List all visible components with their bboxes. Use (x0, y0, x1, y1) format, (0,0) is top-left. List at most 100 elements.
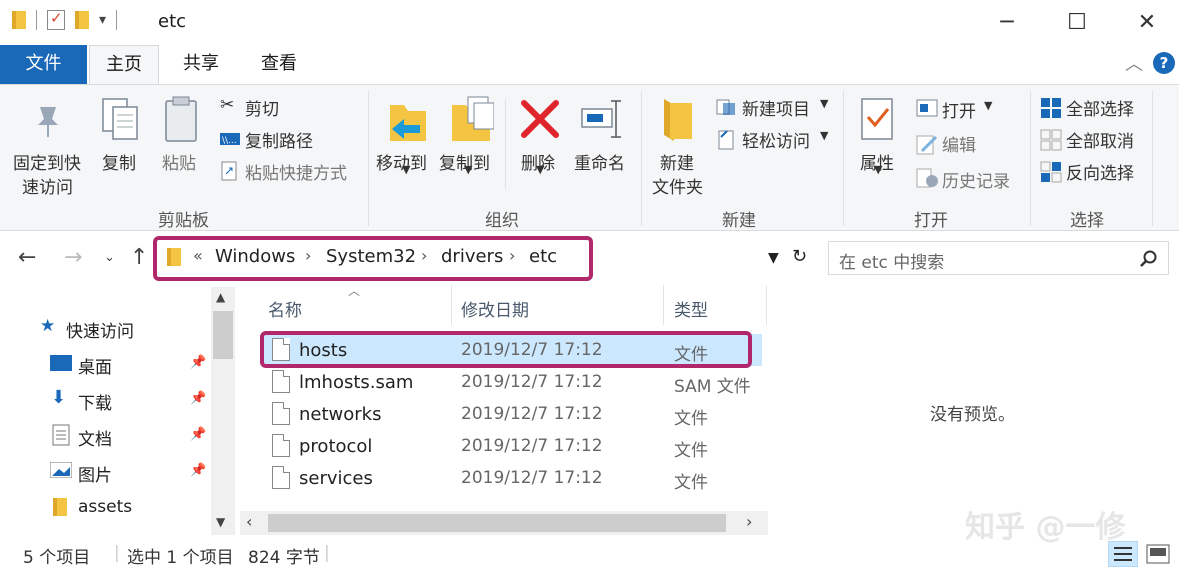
address-dropdown-icon[interactable]: ▼ (768, 250, 779, 266)
new-folder-button-line1[interactable]: 新建 (660, 149, 694, 174)
paste-shortcut-button[interactable]: 粘贴快捷方式 (245, 159, 347, 184)
breadcrumb-etc[interactable]: etc (529, 246, 557, 267)
sidebar-item-assets[interactable]: assets (78, 497, 132, 517)
column-divider[interactable] (663, 285, 664, 325)
copy-icon (102, 98, 138, 140)
chevron-right-icon[interactable]: › (305, 246, 311, 265)
recent-locations-icon[interactable]: ⌄ (104, 250, 115, 265)
properties-icon (861, 98, 893, 140)
file-name[interactable]: networks (299, 404, 381, 425)
group-separator (1152, 91, 1153, 226)
new-item-button[interactable]: 新建项目 (742, 95, 810, 120)
tab-view[interactable]: 查看 (248, 45, 310, 85)
open-button[interactable]: 打开 (942, 97, 976, 122)
hosts-row-highlight (260, 331, 752, 368)
copy-button[interactable]: 复制 (102, 149, 136, 174)
breadcrumb-overflow[interactable]: « (193, 246, 203, 265)
copy-path-button[interactable]: 复制路径 (245, 127, 313, 152)
status-item-count: 5 个项目 (23, 548, 91, 568)
minimize-button[interactable]: ─ (992, 8, 1022, 38)
pin-quick-access-line1[interactable]: 固定到快 (13, 149, 81, 174)
easy-access-button[interactable]: 轻松访问 (742, 127, 810, 152)
group-separator (843, 91, 844, 226)
new-item-dropdown-icon[interactable]: ▼ (820, 97, 828, 110)
sidebar-item-desktop[interactable]: 桌面 (78, 353, 112, 378)
file-icon (272, 402, 290, 425)
help-icon[interactable]: ? (1153, 52, 1175, 74)
edit-button[interactable]: 编辑 (942, 131, 976, 156)
customize-quick-access-icon[interactable]: ▾ (99, 12, 106, 28)
column-divider[interactable] (766, 285, 767, 325)
table-row[interactable]: lmhosts.sam 2019/12/7 17:12 SAM 文件 (262, 366, 762, 398)
scroll-down-icon[interactable]: ▼ (216, 515, 225, 529)
back-arrow-icon[interactable]: ← (18, 245, 36, 270)
table-row[interactable]: protocol 2019/12/7 17:12 文件 (262, 430, 762, 462)
select-none-button[interactable]: 全部取消 (1066, 127, 1134, 152)
properties-dropdown-icon[interactable]: ▼ (874, 163, 882, 176)
delete-dropdown-icon[interactable]: ▼ (536, 163, 544, 176)
invert-selection-button[interactable]: 反向选择 (1066, 159, 1134, 184)
history-button[interactable]: 历史记录 (942, 167, 1010, 192)
folder-icon (167, 248, 181, 266)
up-arrow-icon[interactable]: ↑ (130, 245, 148, 270)
new-folder-button-line2[interactable]: 文件夹 (652, 173, 703, 198)
file-name[interactable]: lmhosts.sam (299, 372, 413, 393)
column-header-modified[interactable]: 修改日期 (461, 296, 529, 321)
easy-access-dropdown-icon[interactable]: ▼ (820, 129, 828, 142)
pin-icon[interactable]: 📌 (190, 391, 206, 406)
refresh-icon[interactable]: ↻ (792, 246, 807, 267)
breadcrumb-drivers[interactable]: drivers (441, 246, 503, 267)
pin-icon[interactable]: 📌 (190, 463, 206, 478)
properties-quick-icon[interactable] (47, 9, 65, 30)
open-icon (916, 99, 938, 117)
maximize-button[interactable]: ☐ (1062, 8, 1092, 38)
tab-home[interactable]: 主页 (89, 45, 159, 85)
new-folder-quick-icon[interactable] (75, 11, 89, 29)
search-box[interactable]: 在 etc 中搜索 (828, 241, 1169, 275)
search-input[interactable]: 在 etc 中搜索 (839, 248, 944, 273)
cut-button[interactable]: 剪切 (245, 95, 279, 120)
tab-file[interactable]: 文件 (0, 45, 87, 85)
sidebar-scroll-thumb[interactable] (213, 311, 233, 359)
scroll-right-icon[interactable]: › (746, 512, 752, 531)
table-row[interactable]: services 2019/12/7 17:12 文件 (262, 462, 762, 494)
sidebar-item-documents[interactable]: 文档 (78, 425, 112, 450)
chevron-right-icon[interactable]: › (509, 246, 515, 265)
file-list-scroll-thumb[interactable] (268, 514, 726, 532)
forward-arrow-icon[interactable]: → (64, 245, 82, 270)
table-row[interactable]: networks 2019/12/7 17:12 文件 (262, 398, 762, 430)
file-modified: 2019/12/7 17:12 (461, 372, 603, 392)
details-view-icon[interactable] (1108, 541, 1138, 567)
scroll-up-icon[interactable]: ▲ (216, 290, 225, 304)
open-dropdown-icon[interactable]: ▼ (984, 99, 992, 112)
file-name[interactable]: protocol (299, 436, 372, 457)
copy-to-dropdown-icon[interactable]: ▼ (464, 163, 472, 176)
select-all-button[interactable]: 全部选择 (1066, 95, 1134, 120)
collapse-ribbon-icon[interactable]: ︿ (1125, 50, 1143, 76)
close-button[interactable]: ✕ (1132, 8, 1162, 38)
column-header-type[interactable]: 类型 (674, 296, 708, 321)
pin-icon[interactable]: 📌 (190, 355, 206, 370)
column-header-name[interactable]: 名称 (268, 296, 302, 321)
sidebar-item-pictures[interactable]: 图片 (78, 461, 112, 486)
sidebar-item-quick-access[interactable]: 快速访问 (66, 317, 134, 342)
file-type: 文件 (674, 409, 708, 429)
search-icon[interactable] (1140, 250, 1158, 268)
folder-icon[interactable] (12, 11, 26, 29)
chevron-right-icon[interactable]: › (421, 246, 427, 265)
rename-button[interactable]: 重命名 (574, 149, 625, 174)
easy-access-icon (718, 130, 734, 150)
file-type: 文件 (674, 473, 708, 493)
paste-button[interactable]: 粘贴 (162, 149, 196, 174)
breadcrumb-system32[interactable]: System32 (326, 246, 416, 267)
pin-icon[interactable]: 📌 (190, 427, 206, 442)
pin-quick-access-line2[interactable]: 速访问 (22, 173, 73, 198)
scroll-left-icon[interactable]: ‹ (246, 512, 252, 531)
file-name[interactable]: services (299, 468, 373, 489)
column-divider[interactable] (451, 285, 452, 325)
tab-share[interactable]: 共享 (170, 45, 232, 85)
move-to-dropdown-icon[interactable]: ▼ (402, 163, 410, 176)
large-icons-view-icon[interactable] (1146, 544, 1170, 564)
breadcrumb-windows[interactable]: Windows (215, 246, 295, 267)
sidebar-item-downloads[interactable]: 下载 (78, 389, 112, 414)
